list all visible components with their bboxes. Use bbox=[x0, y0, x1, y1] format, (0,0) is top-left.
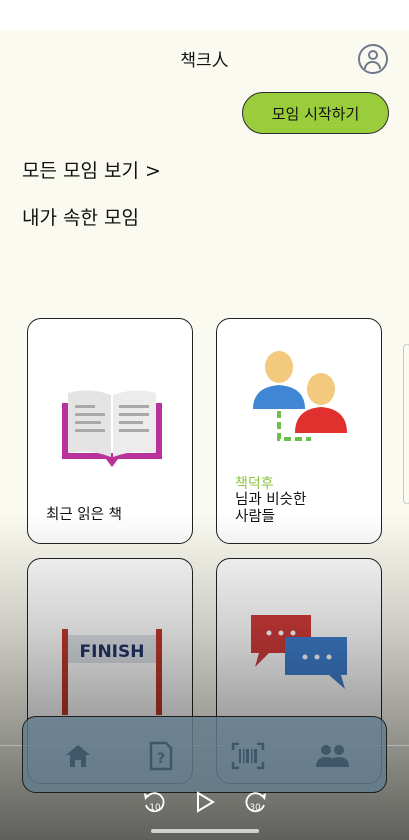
finish-text: FINISH bbox=[80, 642, 145, 662]
svg-text:?: ? bbox=[157, 751, 165, 767]
group-icon[interactable] bbox=[315, 739, 349, 773]
svg-text:10: 10 bbox=[149, 803, 161, 813]
rewind-10-icon[interactable]: 10 bbox=[140, 790, 170, 814]
open-book-icon bbox=[62, 390, 162, 467]
home-indicator[interactable] bbox=[151, 829, 259, 833]
recent-book-card[interactable]: 최근 읽은 책 bbox=[27, 318, 193, 544]
similar-label-line2: 사람들 bbox=[235, 509, 276, 525]
profile-icon[interactable] bbox=[358, 44, 388, 74]
bottom-navigation: ? bbox=[22, 716, 387, 793]
start-meeting-button[interactable]: 모임 시작하기 bbox=[242, 92, 389, 134]
barcode-icon[interactable] bbox=[231, 739, 265, 773]
similar-label-line1: 님과 비슷한 bbox=[235, 492, 307, 508]
all-meetings-link[interactable]: 모든 모임 보기 > bbox=[22, 156, 161, 183]
app-title: 책크人 bbox=[180, 51, 229, 71]
chat-bubbles-icon bbox=[251, 615, 347, 689]
play-icon[interactable] bbox=[192, 790, 218, 814]
status-bar bbox=[0, 0, 409, 30]
bookworm-tag: 책덕후 bbox=[235, 476, 274, 492]
finish-banner-icon: FINISH bbox=[62, 629, 162, 715]
my-meetings-heading: 내가 속한 모임 bbox=[22, 207, 139, 229]
forward-30-icon[interactable]: 30 bbox=[240, 790, 270, 814]
svg-text:30: 30 bbox=[249, 803, 261, 813]
quiz-icon[interactable]: ? bbox=[144, 739, 178, 773]
similar-people-card[interactable]: 책덕후 님과 비슷한 사람들 bbox=[216, 318, 382, 544]
scroll-handle[interactable] bbox=[403, 344, 409, 504]
home-icon[interactable] bbox=[61, 739, 95, 773]
recent-book-label: 최근 읽은 책 bbox=[46, 507, 122, 523]
similar-people-icon bbox=[253, 351, 347, 441]
